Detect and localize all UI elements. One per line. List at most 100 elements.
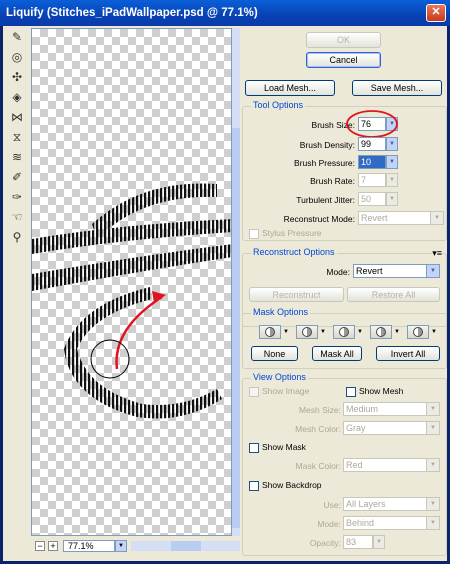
mesh-size-row: Mesh Size: Medium ▼ (243, 402, 446, 418)
backdrop-mode-select[interactable]: Behind ▼ (343, 516, 440, 530)
freeze-mask-tool-icon[interactable]: ✐ (8, 169, 26, 185)
dialog-body: ✋ ✎ ◎ ✣ ◈ ⋈ ⧖ ≋ ✐ ✑ ☜ ⚲ (3, 26, 447, 561)
mesh-color-select[interactable]: Gray ▼ (343, 421, 440, 435)
scroll-thumb[interactable] (171, 541, 201, 551)
stitch-band-curve (64, 287, 222, 419)
zoom-tool-icon[interactable]: ⚲ (8, 229, 26, 245)
zoom-out-button[interactable]: − (35, 541, 45, 551)
title-bar[interactable]: Liquify (Stitches_iPadWallpaper.psd @ 77… (0, 0, 450, 26)
reconstruct-mode-select[interactable]: Revert ▼ (358, 211, 444, 225)
chevron-down-icon[interactable]: ▼ (373, 535, 385, 549)
stylus-pressure-label: Stylus Pressure (262, 228, 322, 238)
close-icon[interactable]: ✕ (426, 4, 446, 22)
chevron-down-icon[interactable]: ▼ (386, 173, 398, 187)
reconstruct-button[interactable]: Reconstruct (249, 287, 344, 302)
use-select[interactable]: All Layers ▼ (343, 497, 440, 511)
turbulent-jitter-input[interactable]: 50 (358, 192, 386, 206)
show-image-checkbox[interactable] (249, 387, 259, 397)
options-panel: OK Cancel Load Mesh... Save Mesh... Tool… (240, 26, 447, 561)
brush-pressure-row: Brush Pressure: 10 ▼ (243, 155, 446, 171)
chevron-down-icon[interactable]: ▼ (386, 192, 398, 206)
turbulence-tool-icon[interactable]: ≋ (8, 149, 26, 165)
canvas-vertical-scrollbar[interactable] (232, 28, 240, 536)
reconstruct-mode-row: Reconstruct Mode: Revert ▼ (243, 211, 446, 227)
show-mesh-checkbox[interactable] (346, 387, 356, 397)
bloat-tool-icon[interactable]: ◈ (8, 89, 26, 105)
mirror-tool-icon[interactable]: ⧖ (8, 129, 26, 145)
mask-none-button[interactable]: None (251, 346, 298, 361)
mask-color-row: Mask Color: Red ▼ (243, 458, 446, 474)
brush-rate-input[interactable]: 7 (358, 173, 386, 187)
zoom-level-field[interactable]: 77.1% (63, 540, 115, 552)
mask-color-select[interactable]: Red ▼ (343, 458, 440, 472)
mask-all-button[interactable]: Mask All (312, 346, 362, 361)
replace-selection-icon[interactable] (259, 325, 281, 339)
view-options-title: View Options (251, 372, 308, 382)
invert-all-button[interactable]: Invert All (376, 346, 440, 361)
liquify-window: Liquify (Stitches_iPadWallpaper.psd @ 77… (0, 0, 450, 564)
turbulent-jitter-row: Turbulent Jitter: 50 ▼ (243, 192, 446, 208)
mask-mode-row: ▼ ▼ ▼ ▼ ▼ (243, 325, 446, 341)
chevron-down-icon[interactable]: ▼ (386, 137, 398, 151)
chevron-down-icon: ▼ (430, 212, 443, 224)
add-to-selection-icon[interactable] (296, 325, 318, 339)
reconstruct-mode-label: Reconstruct Mode: (283, 214, 355, 224)
backdrop-use-row: Use: All Layers ▼ (243, 497, 446, 513)
chevron-down-icon[interactable]: ▼ (283, 329, 289, 335)
chevron-down-icon[interactable]: ▼ (386, 155, 398, 169)
stylus-pressure-checkbox[interactable] (249, 229, 259, 239)
chevron-down-icon[interactable]: ▼ (431, 329, 437, 335)
chevron-down-icon: ▼ (426, 422, 439, 434)
load-mesh-button[interactable]: Load Mesh... (245, 80, 335, 96)
chevron-down-icon[interactable]: ▼ (357, 329, 363, 335)
reconstruct-options-title: Reconstruct Options (251, 247, 337, 257)
show-image-label: Show Image (262, 386, 310, 396)
twirl-tool-icon[interactable]: ◎ (8, 49, 26, 65)
show-backdrop-checkbox[interactable] (249, 481, 259, 491)
reconstruct-mode-dropdown[interactable]: Revert ▼ (353, 264, 440, 278)
thaw-mask-tool-icon[interactable]: ✑ (8, 189, 26, 205)
subtract-from-selection-icon[interactable] (333, 325, 355, 339)
mask-color-label: Mask Color: (295, 461, 341, 471)
cancel-button[interactable]: Cancel (306, 52, 381, 68)
stitch-band-middle (32, 244, 231, 291)
pucker-tool-icon[interactable]: ✣ (8, 69, 26, 85)
mask-options-title: Mask Options (251, 307, 311, 317)
save-mesh-button[interactable]: Save Mesh... (352, 80, 442, 96)
chevron-down-icon: ▼ (426, 517, 439, 529)
hand-tool-icon[interactable]: ☜ (8, 209, 26, 225)
chevron-down-icon[interactable]: ▼ (394, 329, 400, 335)
turbulent-jitter-label: Turbulent Jitter: (296, 195, 355, 205)
mesh-size-select[interactable]: Medium ▼ (343, 402, 440, 416)
invert-selection-icon[interactable] (407, 325, 429, 339)
tool-options-group: Tool Options Brush Size: 76 ▼ Brush Dens… (242, 100, 447, 241)
brush-density-input[interactable]: 99 (358, 137, 386, 151)
tool-options-title: Tool Options (251, 100, 306, 110)
scroll-thumb[interactable] (232, 128, 240, 528)
restore-all-button[interactable]: Restore All (347, 287, 440, 302)
canvas-horizontal-scrollbar[interactable] (131, 541, 240, 551)
opacity-label: Opacity: (309, 538, 341, 548)
zoom-in-button[interactable]: + (48, 541, 58, 551)
chevron-down-icon: ▼ (426, 265, 439, 277)
show-mesh-label: Show Mesh (359, 386, 404, 396)
reconstruct-tool-icon[interactable]: ✎ (8, 29, 26, 45)
push-left-tool-icon[interactable]: ⋈ (8, 109, 26, 125)
reconstruct-mode-row: Mode: Revert ▼ (243, 264, 446, 280)
chevron-down-icon[interactable]: ▼ (320, 329, 326, 335)
show-mask-checkbox[interactable] (249, 443, 259, 453)
preview-canvas[interactable] (31, 28, 232, 536)
panel-menu-icon[interactable]: ▾≡ (432, 248, 442, 259)
brush-pressure-input[interactable]: 10 (358, 155, 386, 169)
ok-button[interactable]: OK (306, 32, 381, 48)
chevron-down-icon: ▼ (426, 498, 439, 510)
mesh-size-value: Medium (346, 404, 379, 414)
opacity-input[interactable]: 83 (343, 535, 373, 549)
stitch-artwork (32, 183, 231, 419)
chevron-down-icon[interactable]: ▼ (115, 540, 127, 552)
intersect-selection-icon[interactable] (370, 325, 392, 339)
brush-cursor (90, 339, 130, 379)
brush-rate-label: Brush Rate: (310, 176, 355, 186)
show-mask-label: Show Mask (262, 442, 306, 452)
mask-options-group: Mask Options ▼ ▼ ▼ ▼ ▼ None Mask All Inv… (242, 307, 447, 369)
